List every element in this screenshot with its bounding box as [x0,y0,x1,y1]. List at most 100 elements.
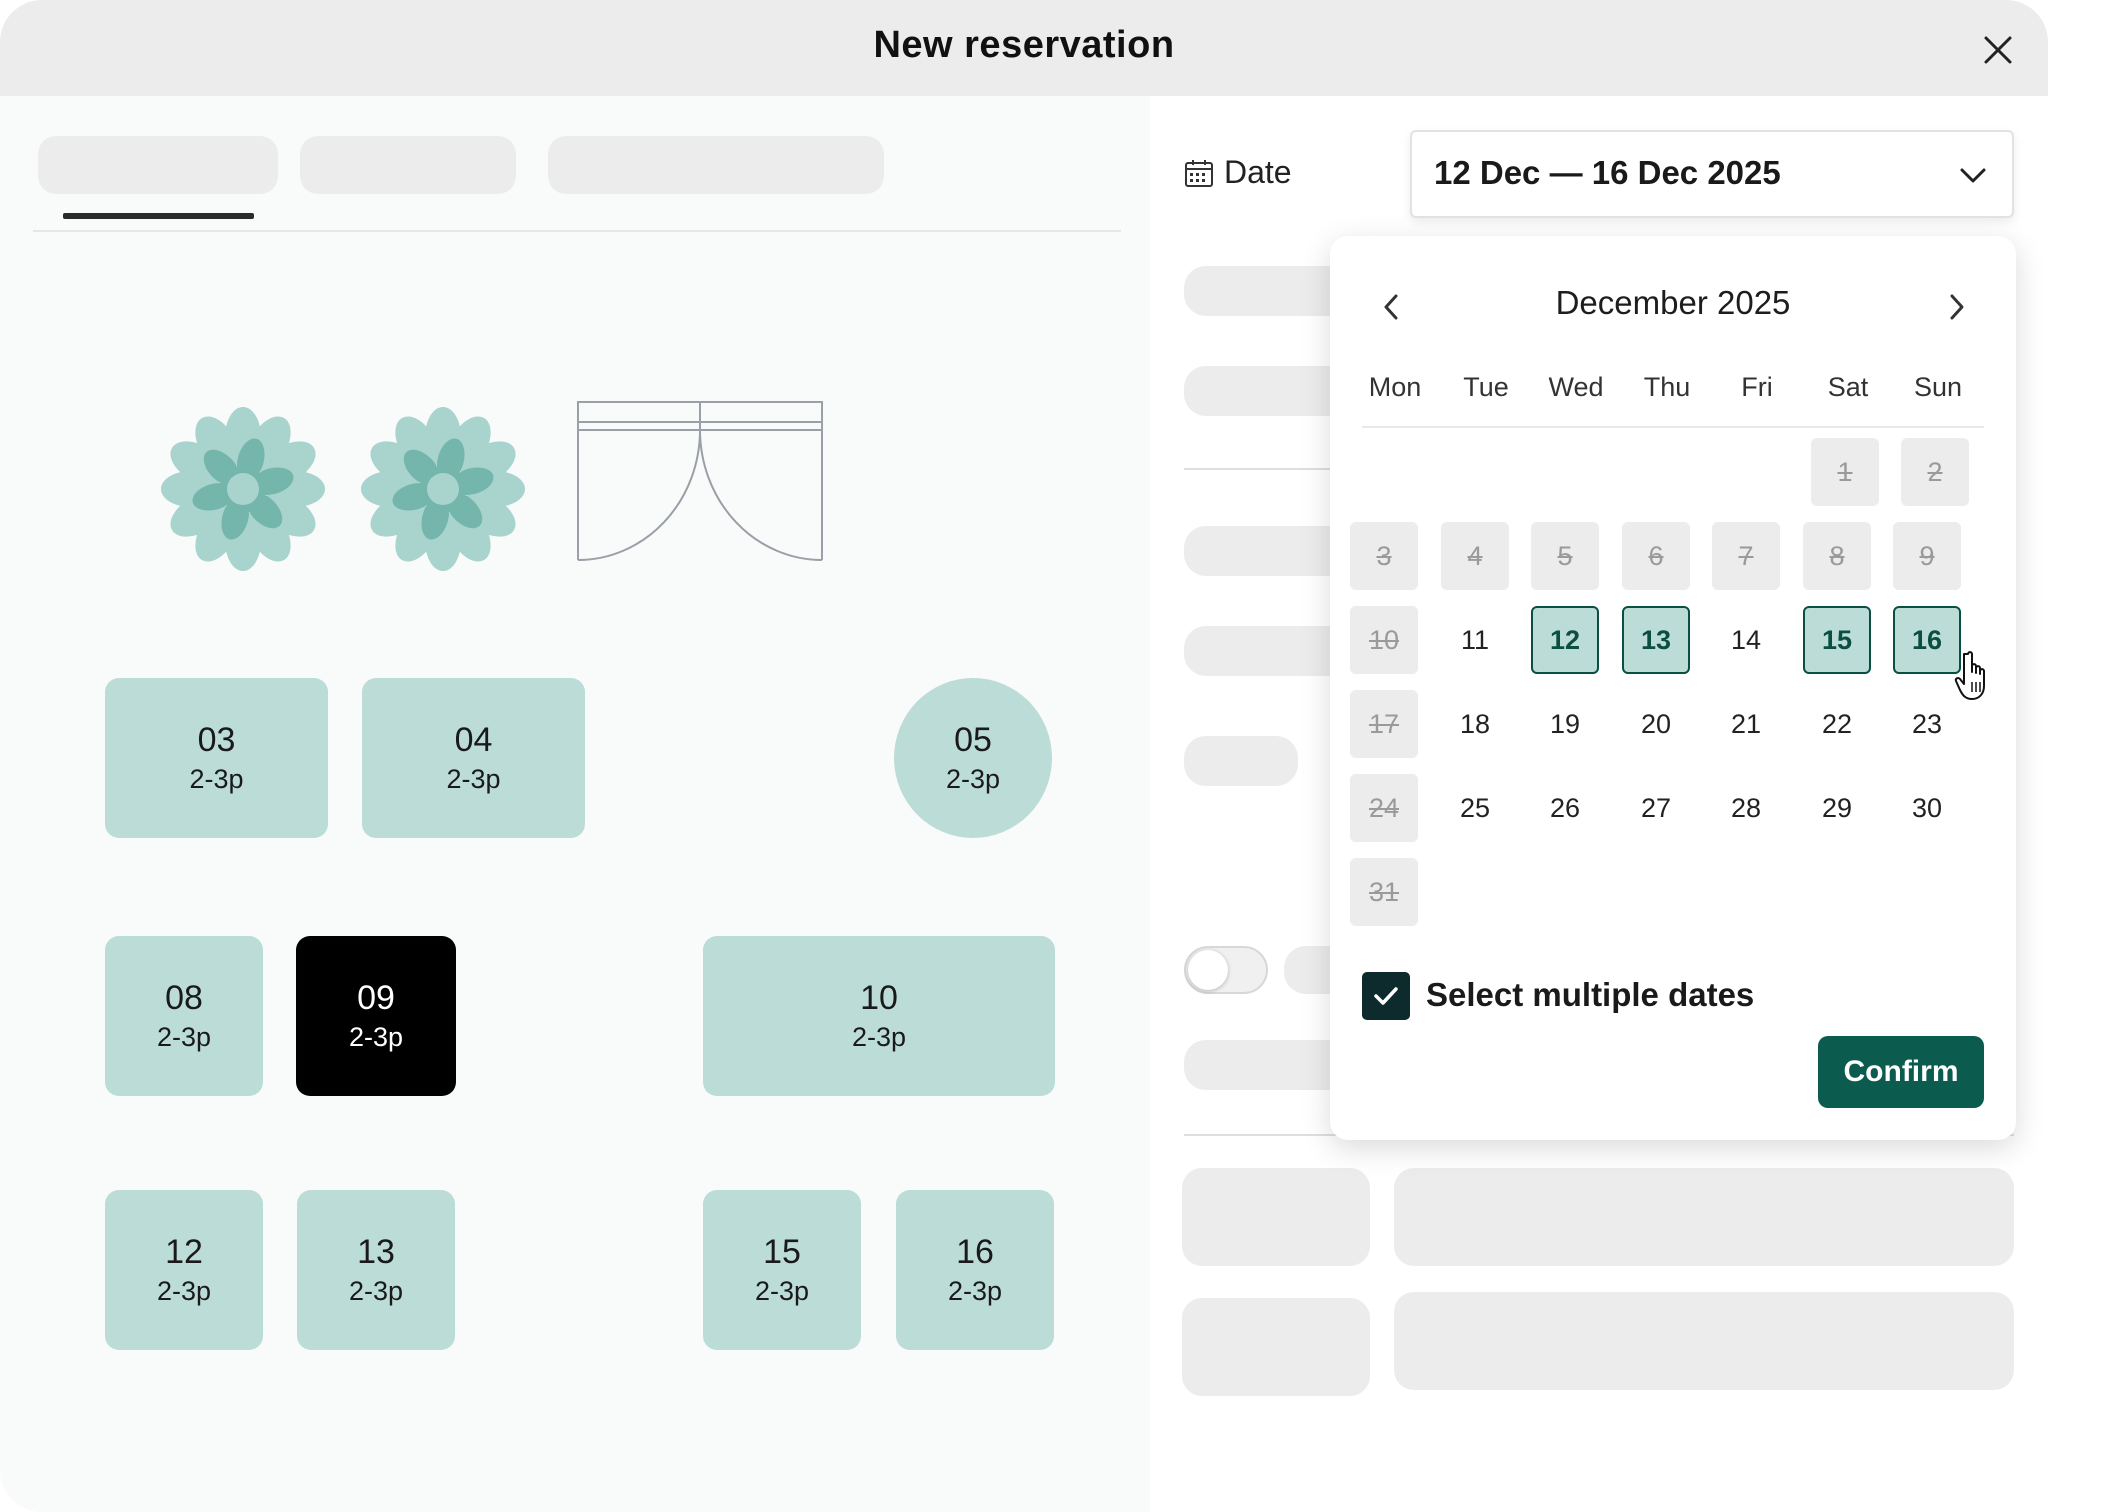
toggle-knob [1188,950,1228,990]
field-placeholder [1394,1168,2014,1266]
table-04[interactable]: 04 2-3p [362,678,585,838]
table-number: 08 [165,979,203,1017]
table-time: 2-3p [156,1276,212,1306]
calendar-day: 10 [1350,606,1418,674]
calendar-day[interactable]: 21 [1712,690,1780,758]
chevron-right-icon [1950,294,1964,320]
active-tab-indicator [63,213,254,219]
table-number: 03 [197,721,236,759]
calendar-day[interactable]: 11 [1441,606,1509,674]
calendar-day: 17 [1350,690,1418,758]
tab-placeholder-2[interactable] [300,136,516,194]
calendar-day[interactable]: 19 [1531,690,1599,758]
table-time: 2-3p [348,1276,404,1306]
table-03[interactable]: 03 2-3p [105,678,328,838]
table-10[interactable]: 10 2-3p [703,936,1055,1096]
table-09[interactable]: 09 2-3p [296,936,456,1096]
table-number: 13 [357,1233,395,1271]
close-button[interactable] [1970,22,2026,78]
table-time: 2-3p [754,1276,810,1306]
field-placeholder [1182,1298,1370,1396]
calendar-day[interactable]: 20 [1622,690,1690,758]
calendar-day[interactable]: 26 [1531,774,1599,842]
date-range-value: 12 Dec — 16 Dec 2025 [1434,154,1781,191]
field-placeholder [1184,626,1354,676]
date-range-select[interactable]: 12 Dec — 16 Dec 2025 [1410,130,2014,218]
table-05[interactable]: 05 2-3p [894,678,1052,838]
weekday-header: Sat [1827,372,1869,402]
modal-title: New reservation [873,24,1175,66]
calendar-day: 1 [1811,438,1879,506]
field-placeholder [1184,1040,1354,1090]
calendar-day: 31 [1350,858,1418,926]
table-16[interactable]: 16 2-3p [896,1190,1054,1350]
table-number: 16 [956,1233,994,1271]
table-number: 09 [357,979,395,1017]
table-time: 2-3p [189,764,244,794]
calendar-day: 5 [1531,522,1599,590]
table-number: 15 [763,1233,801,1271]
modal-header: New reservation [0,0,2048,96]
date-label-text: Date [1224,154,1292,190]
calendar-day[interactable]: 29 [1803,774,1871,842]
weekday-header: Wed [1548,372,1604,402]
table-number: 05 [954,721,992,759]
calendar-day: 6 [1622,522,1690,590]
multi-date-checkbox[interactable] [1362,972,1410,1020]
calendar-day: 8 [1803,522,1871,590]
calendar-day[interactable]: 15 [1803,606,1871,674]
weekday-header: Thu [1643,372,1691,402]
calendar-day[interactable]: 30 [1893,774,1961,842]
calendar-day[interactable]: 25 [1441,774,1509,842]
weekday-header: Fri [1741,372,1773,402]
table-time: 2-3p [156,1022,212,1052]
calendar-day[interactable]: 12 [1531,606,1599,674]
tab-placeholder-1[interactable] [38,136,278,194]
field-placeholder [1184,266,1354,316]
table-number: 10 [860,979,898,1017]
calendar-day[interactable]: 13 [1622,606,1690,674]
calendar-day[interactable]: 14 [1712,606,1780,674]
floor-plan-panel: 03 2-3p 04 2-3p 05 2-3p 08 2-3p 09 2-3p … [0,96,1150,1512]
weekday-divider [1362,426,1984,428]
weekday-header: Mon [1368,372,1422,402]
table-15[interactable]: 15 2-3p [703,1190,861,1350]
calendar-day: 9 [1893,522,1961,590]
calendar-day: 2 [1901,438,1969,506]
table-number: 04 [454,721,493,759]
chevron-down-icon [1960,168,1986,183]
close-icon [1984,36,2012,64]
calendar-icon [1185,159,1213,187]
field-placeholder [1184,366,1354,416]
field-placeholder [1184,736,1298,786]
double-door-icon [577,401,823,561]
calendar-day: 3 [1350,522,1418,590]
toggle-switch[interactable] [1184,946,1268,994]
table-12[interactable]: 12 2-3p [105,1190,263,1350]
table-time: 2-3p [947,1276,1003,1306]
tab-divider [33,230,1121,232]
calendar-day[interactable]: 28 [1712,774,1780,842]
date-label: Date [1184,154,1292,191]
table-08[interactable]: 08 2-3p [105,936,263,1096]
calendar-day: 4 [1441,522,1509,590]
table-time: 2-3p [446,764,501,794]
plant-icon [361,407,525,571]
plant-icon [161,407,325,571]
next-month-button[interactable] [1932,282,1982,332]
calendar-day: 7 [1712,522,1780,590]
field-placeholder [1394,1292,2014,1390]
calendar-day[interactable]: 22 [1803,690,1871,758]
table-13[interactable]: 13 2-3p [297,1190,455,1350]
table-time: 2-3p [945,764,1001,794]
calendar-popover: December 2025 Mon Tue Wed Thu Fri Sat Su… [1330,236,2016,1140]
calendar-day[interactable]: 18 [1441,690,1509,758]
section-divider [1184,468,1334,470]
tab-placeholder-3[interactable] [548,136,884,194]
field-placeholder [1184,526,1354,576]
checkmark-icon [1374,987,1398,1005]
calendar-day[interactable]: 27 [1622,774,1690,842]
multi-date-label: Select multiple dates [1426,976,1755,1013]
confirm-button[interactable]: Confirm [1818,1036,1984,1108]
table-time: 2-3p [348,1022,404,1052]
